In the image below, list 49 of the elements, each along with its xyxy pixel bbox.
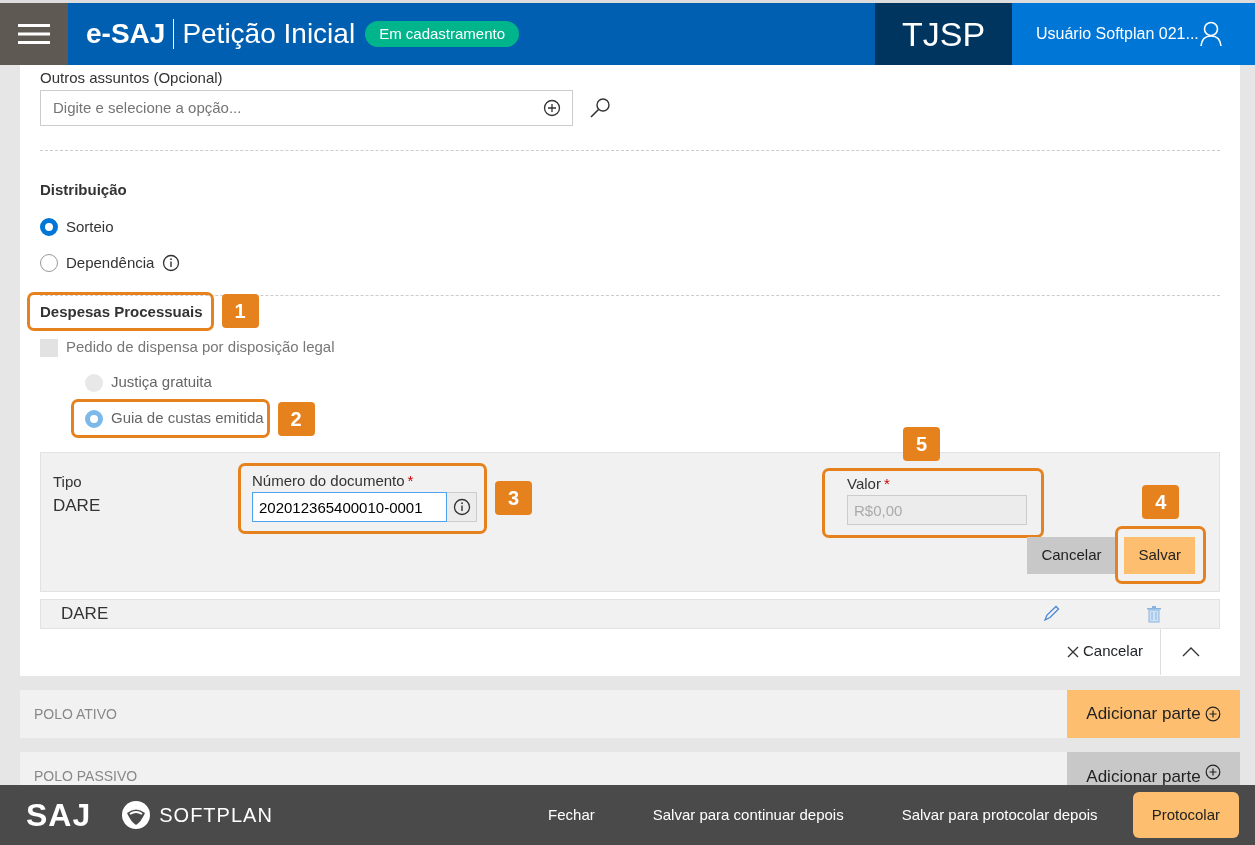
- save-button[interactable]: Salvar: [1124, 536, 1195, 574]
- status-badge: Em cadastramento: [365, 20, 520, 48]
- section-title: POLO ATIVO: [33, 705, 117, 724]
- table-cell-text: DARE: [61, 602, 110, 625]
- callout-number: 5: [903, 426, 940, 461]
- edit-icon[interactable]: [1042, 604, 1060, 623]
- radio-label[interactable]: Sorteio: [66, 215, 114, 239]
- logo: SOFTPLAN: [159, 803, 273, 828]
- logo-icon: [121, 800, 152, 830]
- callout-number: 2: [277, 401, 315, 436]
- callout-number: 3: [495, 481, 532, 516]
- callout-number: 4: [1142, 484, 1180, 519]
- submit-button[interactable]: Protocolar: [1132, 792, 1239, 838]
- radio-button[interactable]: [40, 218, 58, 236]
- subject-field[interactable]: Digite e selecione a opção...: [40, 89, 573, 126]
- add-icon: [1204, 764, 1221, 780]
- add-icon[interactable]: [543, 98, 561, 117]
- section-title: POLO PASSIVO: [33, 767, 138, 785]
- app-name: e-SAJ: [86, 17, 166, 51]
- field-value: DARE: [53, 495, 101, 517]
- collapse-icon[interactable]: [1181, 646, 1200, 657]
- field-label: Tipo: [53, 471, 83, 492]
- user-icon[interactable]: [1198, 21, 1223, 47]
- footer-link[interactable]: Salvar para continuar depois: [640, 797, 856, 833]
- field-label: Número do documento *: [252, 470, 415, 491]
- search-icon[interactable]: [589, 96, 611, 119]
- info-icon[interactable]: [452, 498, 471, 516]
- page-title: Petição Inicial: [182, 17, 356, 51]
- court-name: TJSP: [875, 3, 1012, 65]
- info-icon[interactable]: [162, 254, 181, 272]
- cancel-button[interactable]: Cancelar: [1027, 536, 1116, 574]
- field-label: Valor *: [847, 473, 891, 494]
- add-icon: [1204, 706, 1221, 722]
- radio-button[interactable]: [40, 254, 58, 272]
- cancel-link[interactable]: Cancelar: [1065, 628, 1144, 675]
- footer-link[interactable]: Fechar: [536, 797, 607, 833]
- document-number-field[interactable]: 202012365400010-0001: [252, 492, 447, 522]
- menu-icon: [18, 23, 50, 45]
- footer-link[interactable]: Salvar para protocolar depois: [889, 797, 1110, 833]
- section-label: Distribuição: [40, 179, 128, 200]
- section-label: Despesas Processuais: [40, 303, 203, 320]
- callout-number: 1: [221, 294, 259, 329]
- field-label: Outros assuntos (Opcional): [40, 68, 224, 88]
- logo: SAJ: [26, 796, 92, 835]
- radio-label[interactable]: Dependência: [66, 251, 155, 275]
- info-button[interactable]: [447, 492, 477, 522]
- menu-button[interactable]: [0, 3, 68, 65]
- close-icon: [1066, 645, 1079, 658]
- add-party-button[interactable]: Adicionar parte: [1067, 690, 1240, 738]
